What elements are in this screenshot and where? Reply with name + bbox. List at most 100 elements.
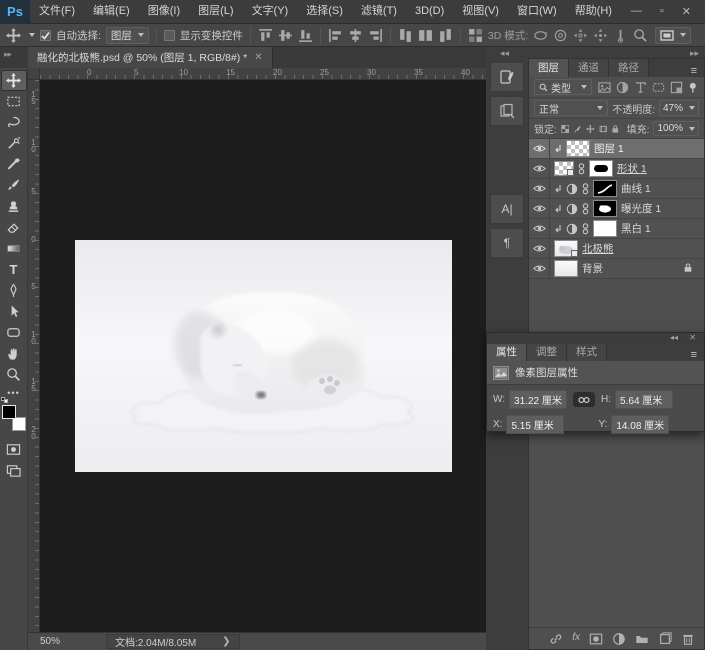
paragraph-panel-button[interactable]: ¶ bbox=[490, 228, 524, 258]
layer-thumbnail[interactable] bbox=[554, 161, 574, 176]
screen-mode-button[interactable] bbox=[1, 460, 27, 481]
minimize-icon[interactable]: — bbox=[631, 5, 642, 18]
layer-mask-thumbnail[interactable] bbox=[593, 220, 617, 237]
menu-select[interactable]: 选择(S) bbox=[297, 0, 352, 23]
3d-slide-icon[interactable] bbox=[593, 28, 608, 43]
menu-image[interactable]: 图像(I) bbox=[139, 0, 189, 23]
document-canvas[interactable] bbox=[75, 240, 452, 472]
tool-clone-stamp[interactable] bbox=[1, 196, 27, 217]
layer-name[interactable]: 图层 1 bbox=[594, 141, 624, 156]
tool-zoom[interactable] bbox=[1, 364, 27, 385]
layer-row-quxian1[interactable]: 曲线 1 bbox=[529, 179, 704, 199]
layer-mask-thumbnail[interactable] bbox=[593, 180, 617, 197]
layer-row-background[interactable]: 背景 bbox=[529, 259, 704, 279]
lock-transparency-icon[interactable] bbox=[561, 123, 570, 135]
tool-pen[interactable] bbox=[1, 280, 27, 301]
mask-link-icon[interactable] bbox=[582, 202, 589, 215]
layer-name[interactable]: 北极熊 bbox=[582, 241, 614, 256]
background-color-swatch[interactable] bbox=[11, 417, 26, 431]
tool-quick-select[interactable] bbox=[1, 133, 27, 154]
align-bottom-icon[interactable] bbox=[298, 28, 313, 43]
mask-link-icon[interactable] bbox=[582, 222, 589, 235]
properties-panel-header[interactable]: ◂◂ ✕ bbox=[487, 333, 704, 344]
add-mask-icon[interactable] bbox=[589, 632, 603, 646]
mask-link-icon[interactable] bbox=[582, 182, 589, 195]
align-left-icon[interactable] bbox=[328, 28, 343, 43]
auto-select-checkbox[interactable] bbox=[40, 29, 51, 41]
tool-brush[interactable] bbox=[1, 175, 27, 196]
filter-type-layer-icon[interactable] bbox=[634, 81, 647, 94]
link-dimensions-icon[interactable] bbox=[573, 392, 596, 407]
layer-thumbnail[interactable] bbox=[566, 140, 590, 157]
tool-type[interactable]: T bbox=[1, 259, 27, 280]
filter-pin-icon[interactable] bbox=[687, 81, 699, 94]
distribute-top-icon[interactable] bbox=[398, 28, 413, 43]
collapse-tools-icon[interactable]: ▸▸ bbox=[4, 49, 12, 60]
menu-window[interactable]: 窗口(W) bbox=[508, 0, 566, 23]
layer-row-baoguangdu1[interactable]: 曝光度 1 bbox=[529, 199, 704, 219]
visibility-toggle[interactable] bbox=[529, 139, 550, 158]
visibility-toggle[interactable] bbox=[529, 259, 550, 278]
tool-eraser[interactable] bbox=[1, 217, 27, 238]
auto-select-target-dropdown[interactable]: 图层 bbox=[105, 26, 149, 44]
tab-layers[interactable]: 图层 bbox=[529, 59, 569, 77]
tool-lasso[interactable] bbox=[1, 112, 27, 133]
opacity-dropdown[interactable]: 47% bbox=[658, 100, 699, 116]
close-icon[interactable]: ✕ bbox=[682, 5, 691, 18]
menu-filter[interactable]: 滤镜(T) bbox=[352, 0, 406, 23]
blend-mode-dropdown[interactable]: 正常 bbox=[534, 100, 609, 116]
layer-name[interactable]: 背景 bbox=[582, 261, 603, 276]
document-size-field[interactable]: 文档:2.04M/8.05M ❯ bbox=[106, 634, 240, 649]
align-vcenter-icon[interactable] bbox=[278, 28, 293, 43]
link-layers-icon[interactable] bbox=[549, 632, 563, 646]
tool-hand[interactable] bbox=[1, 343, 27, 364]
lock-artboard-icon[interactable] bbox=[599, 123, 608, 135]
collapse-panel-icon[interactable]: ◂◂ bbox=[670, 333, 678, 342]
lock-all-icon[interactable] bbox=[611, 123, 620, 135]
screen-mode-dropdown[interactable] bbox=[655, 26, 692, 44]
menu-type[interactable]: 文字(Y) bbox=[243, 0, 298, 23]
3d-rotate-icon[interactable] bbox=[533, 28, 548, 43]
tool-eyedropper[interactable] bbox=[1, 154, 27, 175]
character-panel-button[interactable]: A| bbox=[490, 194, 524, 224]
layer-name[interactable]: 形状 1 bbox=[617, 161, 647, 176]
mask-link-icon[interactable] bbox=[578, 162, 585, 175]
zoom-option-icon[interactable] bbox=[633, 28, 648, 43]
workspace-icon[interactable] bbox=[468, 28, 483, 43]
tab-styles[interactable]: 样式 bbox=[567, 343, 607, 361]
3d-drag-icon[interactable] bbox=[573, 28, 588, 43]
layer-row-xingzhuang1[interactable]: 形状 1 bbox=[529, 159, 704, 179]
fill-dropdown[interactable]: 100% bbox=[653, 121, 700, 136]
status-arrow-icon[interactable]: ❯ bbox=[222, 636, 230, 647]
tool-gradient[interactable] bbox=[1, 238, 27, 259]
layer-mask-thumbnail[interactable] bbox=[593, 200, 617, 217]
visibility-toggle[interactable] bbox=[529, 219, 550, 238]
filter-pixel-icon[interactable] bbox=[598, 81, 611, 94]
visibility-toggle[interactable] bbox=[529, 179, 550, 198]
menu-view[interactable]: 视图(V) bbox=[453, 0, 508, 23]
panel-menu-icon[interactable]: ≡ bbox=[691, 65, 704, 77]
document-tab[interactable]: 融化的北极熊.psd @ 50% (图层 1, RGB/8#) * ✕ bbox=[28, 47, 273, 68]
ruler-corner[interactable] bbox=[28, 68, 40, 80]
tab-properties[interactable]: 属性 bbox=[487, 343, 527, 361]
new-group-icon[interactable] bbox=[635, 632, 649, 646]
zoom-level-field[interactable]: 50% bbox=[28, 636, 68, 647]
layer-row-beijixiong[interactable]: 北极熊 bbox=[529, 239, 704, 259]
filter-adjustment-icon[interactable] bbox=[616, 81, 629, 94]
layer-style-icon[interactable]: fx bbox=[572, 632, 580, 646]
lock-pixels-icon[interactable] bbox=[573, 123, 582, 135]
align-top-icon[interactable] bbox=[258, 28, 273, 43]
history-panel-button[interactable] bbox=[490, 62, 524, 92]
lock-position-icon[interactable] bbox=[585, 123, 595, 135]
align-right-icon[interactable] bbox=[368, 28, 383, 43]
tab-close-icon[interactable]: ✕ bbox=[254, 52, 262, 63]
align-hcenter-icon[interactable] bbox=[348, 28, 363, 43]
3d-scale-icon[interactable] bbox=[613, 28, 628, 43]
menu-help[interactable]: 帮助(H) bbox=[566, 0, 621, 23]
layer-row-heibai1[interactable]: 黑白 1 bbox=[529, 219, 704, 239]
show-transform-checkbox[interactable] bbox=[163, 29, 175, 41]
visibility-toggle[interactable] bbox=[529, 239, 550, 258]
actions-panel-button[interactable] bbox=[490, 96, 524, 126]
filter-type-dropdown[interactable]: 类型 bbox=[534, 79, 593, 95]
new-layer-icon[interactable] bbox=[658, 631, 672, 646]
